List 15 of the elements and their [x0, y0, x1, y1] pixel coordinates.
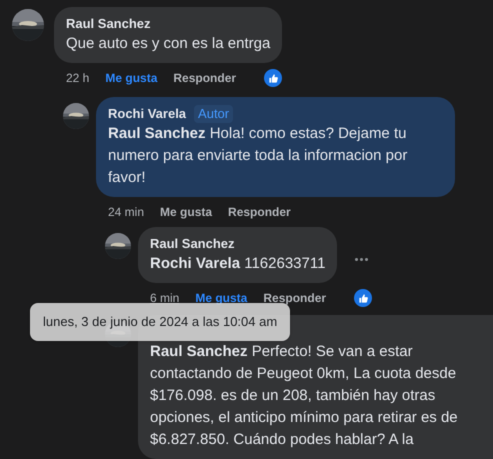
- author-badge: Autor: [194, 105, 234, 123]
- timestamp-link[interactable]: 24 min: [108, 203, 144, 221]
- date-tooltip: lunes, 3 de junio de 2024 a las 10:04 am: [30, 303, 290, 340]
- comment-text: Que auto es y con es la entrga: [66, 34, 270, 54]
- like-link[interactable]: Me gusta: [105, 69, 158, 87]
- comment-text: Raul Sanchez Hola! como estas? Dejame tu numero para enviarte toda la informacion por favor!: [108, 124, 408, 188]
- reply-link[interactable]: Responder: [228, 203, 291, 221]
- like-link[interactable]: Me gusta: [160, 203, 212, 221]
- author-name[interactable]: Raul Sanchez: [66, 15, 151, 33]
- author-name[interactable]: Rochi Varela: [108, 105, 186, 123]
- timestamp-link[interactable]: 22 h: [66, 69, 90, 87]
- comment-text: Rochi Varela 1162633711: [150, 254, 326, 274]
- author-name[interactable]: Raul Sanchez: [150, 235, 235, 253]
- reply-link[interactable]: Responder: [173, 69, 236, 87]
- comment-text: Raul Sanchez Perfecto! Se van a estar contactando de Peugeot 0km, La cuota desde $176.098. es de un 208, también hay otras opciones, el anticipo mínimo para retirar es de $6.827.850. Cuándo podes hablar? A la: [150, 342, 459, 450]
